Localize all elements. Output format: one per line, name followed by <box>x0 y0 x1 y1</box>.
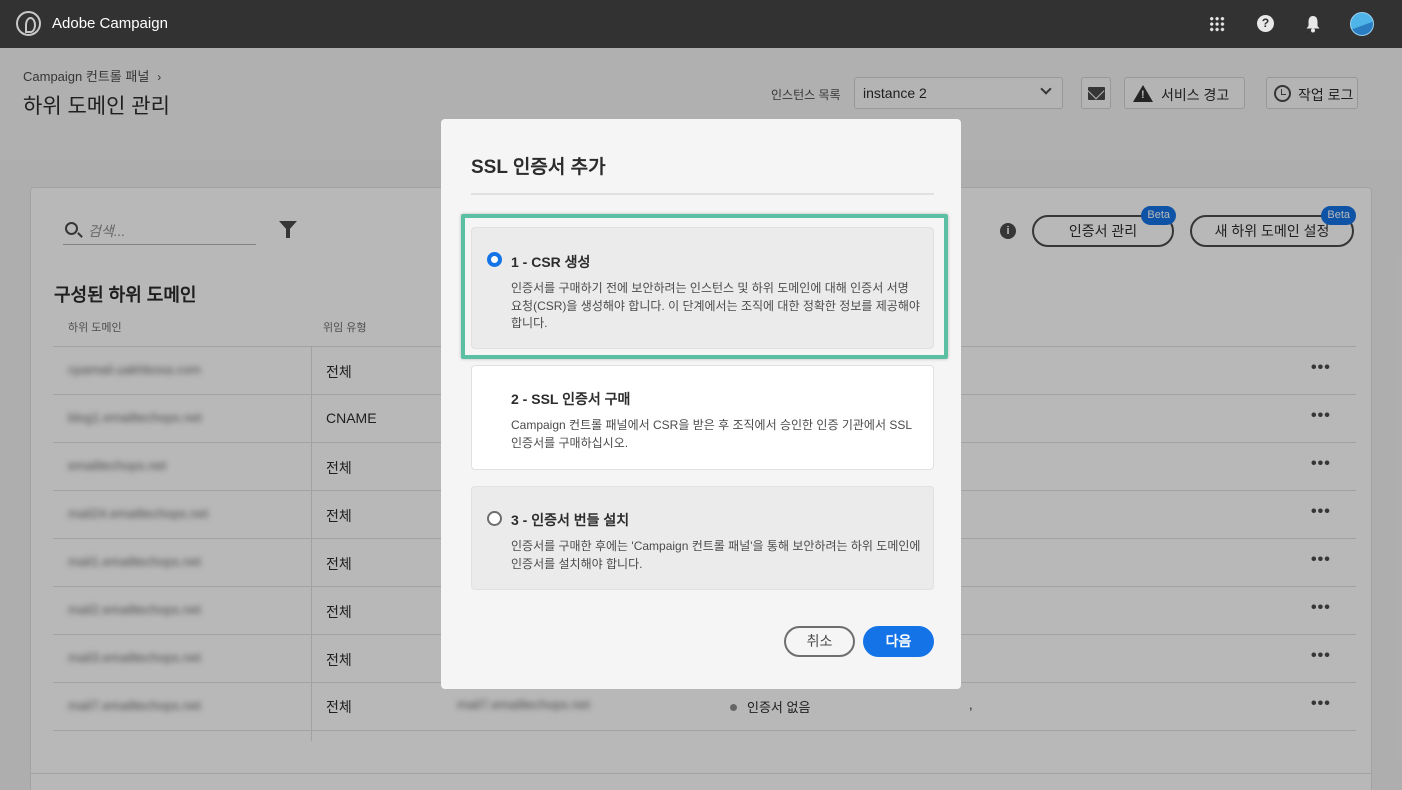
adobe-campaign-logo[interactable] <box>16 11 41 36</box>
step-2-description: Campaign 컨트롤 패널에서 CSR을 받은 후 조직에서 승인한 인증 … <box>511 418 912 450</box>
avatar[interactable] <box>1350 12 1374 36</box>
app-title[interactable]: Adobe Campaign <box>52 15 168 32</box>
add-ssl-certificate-dialog: SSL 인증서 추가 1 - CSR 생성 인증서를 구매하기 전에 보안하려는… <box>441 119 961 689</box>
bell-icon[interactable] <box>1305 15 1321 33</box>
selection-highlight <box>461 214 948 359</box>
step-2-title: 2 - SSL 인증서 구매 <box>511 391 631 407</box>
grid-icon[interactable] <box>1209 16 1225 32</box>
step-3-title: 3 - 인증서 번들 설치 <box>511 512 630 528</box>
next-button[interactable]: 다음 <box>863 626 934 657</box>
dialog-title: SSL 인증서 추가 <box>471 157 606 178</box>
help-icon[interactable]: ? <box>1257 15 1274 32</box>
step-3-description: 인증서를 구매한 후에는 'Campaign 컨트롤 패널'을 통해 보안하려는… <box>511 539 921 571</box>
step-3-radio[interactable] <box>487 511 502 526</box>
top-bar: Adobe Campaign ? <box>0 0 1402 48</box>
cancel-button[interactable]: 취소 <box>784 626 855 657</box>
step-purchase-certificate: 2 - SSL 인증서 구매 Campaign 컨트롤 패널에서 CSR을 받은… <box>471 365 934 470</box>
step-install-bundle[interactable]: 3 - 인증서 번들 설치 인증서를 구매한 후에는 'Campaign 컨트롤… <box>471 486 934 590</box>
dialog-divider <box>471 193 934 195</box>
